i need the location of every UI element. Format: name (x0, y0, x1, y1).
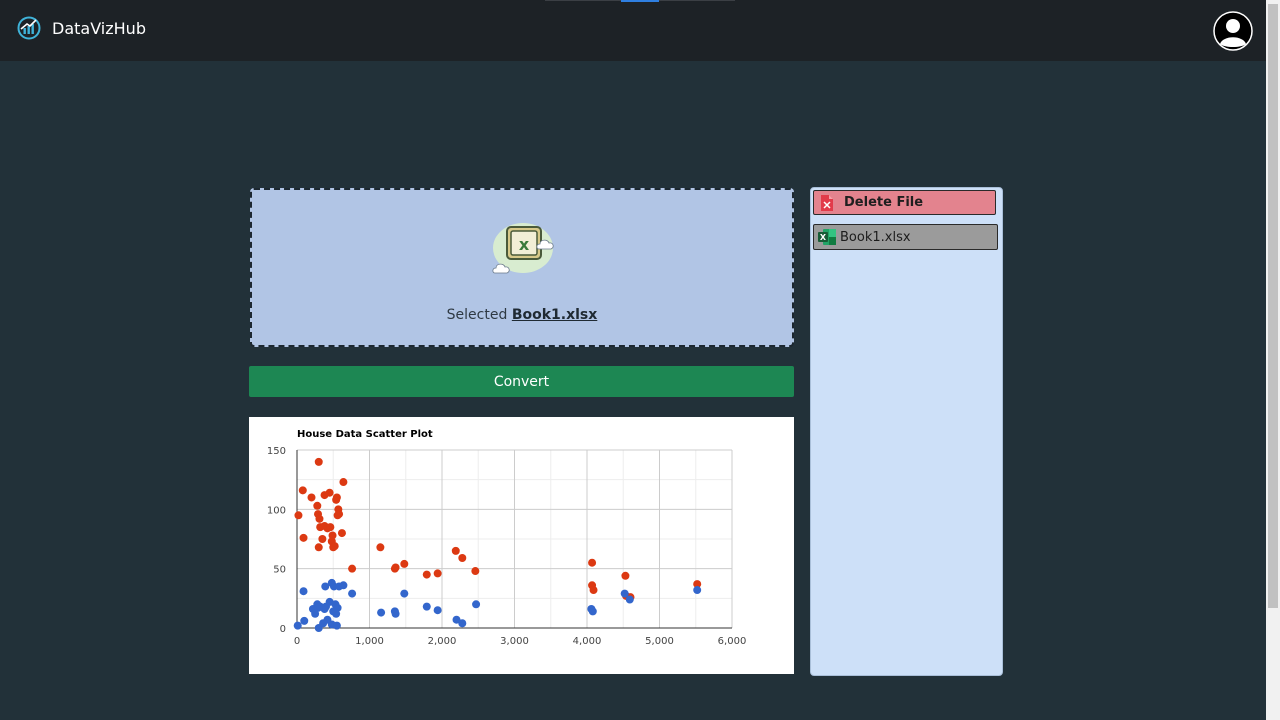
scatter-point (299, 587, 308, 596)
x-tick-label: 2,000 (428, 636, 457, 647)
file-sidebar: Delete File X Book1.xlsx (810, 187, 1003, 676)
scatter-point (625, 595, 634, 604)
scatter-point (471, 567, 480, 576)
scatter-point (293, 621, 302, 630)
scatter-point (433, 606, 442, 615)
scatter-point (314, 543, 323, 552)
selected-file-text: Selected Book1.xlsx (252, 307, 792, 323)
brand[interactable]: DataVizHub (17, 16, 146, 40)
scatter-point (348, 564, 357, 573)
scatter-point (472, 600, 481, 609)
scatter-point (339, 478, 348, 487)
scatter-point (313, 501, 322, 510)
scatter-point (326, 523, 335, 532)
scatter-point (314, 457, 323, 466)
scatter-point (333, 603, 342, 612)
scatter-point (318, 535, 327, 543)
selected-prefix: Selected (446, 307, 508, 323)
chart-title: House Data Scatter Plot (297, 429, 433, 440)
selected-file-name: Book1.xlsx (511, 307, 598, 323)
y-tick-label: 150 (267, 446, 286, 457)
file-list-item[interactable]: X Book1.xlsx (813, 224, 998, 250)
scatter-point (422, 570, 431, 579)
scatter-point (330, 542, 339, 551)
top-progress-indicator (621, 0, 659, 2)
scatter-point (400, 559, 409, 568)
scatter-point (422, 602, 431, 611)
user-avatar-icon[interactable] (1213, 11, 1253, 51)
scatter-point (458, 619, 467, 628)
chart-logo-icon (17, 16, 41, 40)
scatter-chart: 0 1,000 2,000 3,000 4,000 5,000 6,000 0 50 100 150… (267, 429, 747, 647)
y-tick-label: 50 (273, 565, 286, 576)
scatter-point (400, 589, 409, 598)
convert-button[interactable]: Convert (249, 366, 794, 397)
scatter-point (588, 558, 597, 567)
scatter-point (328, 531, 337, 540)
x-tick-label: 3,000 (500, 636, 529, 647)
chart-card: 0 1,000 2,000 3,000 4,000 5,000 6,000 0 50 100 150… (249, 417, 794, 674)
scatter-point (332, 493, 341, 502)
scatter-point (589, 586, 598, 595)
file-delete-icon (821, 194, 833, 211)
delete-file-label: Delete File (844, 195, 924, 210)
scatter-point (391, 609, 400, 618)
scatter-point (339, 581, 348, 590)
file-dropzone[interactable]: x Selected Book1.xlsx (250, 188, 794, 347)
scatter-point (391, 563, 400, 572)
x-tick-label: 1,000 (355, 636, 384, 647)
x-tick-label: 6,000 (718, 636, 747, 647)
x-tick-label: 0 (294, 636, 300, 647)
scatter-point (299, 533, 308, 542)
scatter-point (433, 569, 442, 578)
svg-text:x: x (519, 235, 530, 254)
scatter-point (376, 543, 385, 552)
scatter-point (377, 608, 386, 617)
excel-icon: X (818, 229, 836, 245)
scatter-point (325, 488, 334, 497)
scatter-point (451, 546, 460, 555)
x-tick-label: 5,000 (645, 636, 674, 647)
delete-file-button[interactable]: Delete File (813, 190, 996, 215)
scatter-point (294, 511, 303, 520)
app-name: DataVizHub (52, 18, 146, 38)
y-tick-label: 0 (280, 624, 286, 635)
scatter-point (621, 571, 630, 580)
scatter-point (348, 589, 357, 598)
scatter-point (298, 486, 307, 495)
scrollbar-thumb[interactable] (1268, 4, 1278, 608)
scatter-point (335, 510, 344, 519)
scatter-point (315, 514, 324, 523)
scatter-point (458, 553, 467, 562)
excel-file-icon: x (492, 223, 554, 274)
scatter-point (693, 586, 702, 595)
scatter-point (307, 493, 316, 502)
scatter-point (332, 621, 341, 630)
top-navbar: DataVizHub (0, 0, 1266, 61)
scatter-point (337, 529, 346, 538)
y-tick-label: 100 (267, 505, 286, 516)
scatter-point (588, 607, 597, 616)
page-scrollbar[interactable] (1266, 0, 1280, 720)
scatter-point (300, 616, 309, 625)
file-list-item-label: Book1.xlsx (840, 229, 911, 245)
svg-text:X: X (820, 233, 827, 242)
x-tick-label: 4,000 (573, 636, 602, 647)
